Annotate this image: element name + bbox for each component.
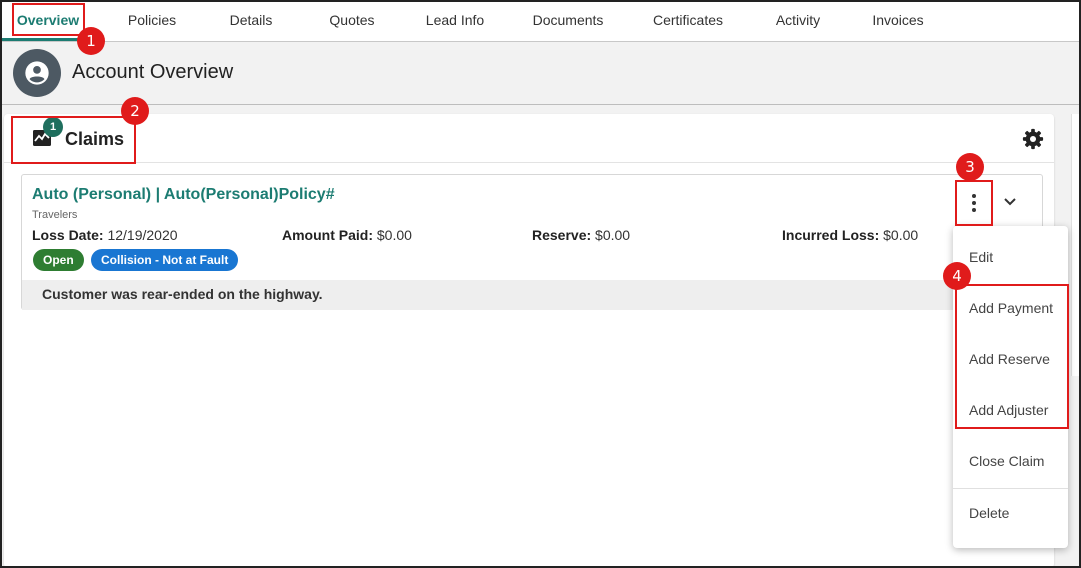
loss-date-value: 12/19/2020 (107, 227, 178, 243)
incurred-loss-label: Incurred Loss: (782, 227, 880, 243)
annotation-marker-4: 4 (943, 262, 971, 290)
annotation-marker-3: 3 (956, 153, 984, 181)
adjacent-panel-edge (1071, 114, 1081, 376)
menu-item-close-claim[interactable]: Close Claim (969, 453, 1044, 469)
claims-title: Claims (65, 129, 125, 149)
tab-overview[interactable]: Overview (10, 0, 86, 41)
tab-bar: Overview Policies Details Quotes Lead In… (0, 0, 1081, 42)
amount-paid-label: Amount Paid: (282, 227, 373, 243)
more-options-icon[interactable] (955, 180, 993, 226)
account-circle-icon (13, 49, 61, 97)
claims-count-badge: 1 (43, 117, 63, 137)
menu-item-edit[interactable]: Edit (969, 249, 993, 265)
menu-item-add-reserve[interactable]: Add Reserve (969, 351, 1050, 367)
status-badge: Open (33, 249, 84, 271)
chevron-down-icon[interactable] (1003, 194, 1017, 212)
menu-item-add-adjuster[interactable]: Add Adjuster (969, 402, 1048, 418)
amount-paid-value: $0.00 (376, 227, 412, 243)
page-header: Account Overview (2, 42, 1079, 105)
tab-details[interactable]: Details (216, 0, 286, 41)
claim-title-link[interactable]: Auto (Personal) | Auto(Personal)Policy# (32, 186, 335, 204)
gear-icon[interactable] (1022, 128, 1044, 155)
annotation-marker-2: 2 (121, 97, 149, 125)
tab-certificates[interactable]: Certificates (638, 0, 738, 41)
menu-item-delete[interactable]: Delete (969, 505, 1009, 521)
page-title: Account Overview (72, 61, 234, 83)
tab-activity[interactable]: Activity (762, 0, 834, 41)
annotation-marker-1: 1 (77, 27, 105, 55)
tab-documents[interactable]: Documents (520, 0, 616, 41)
tab-lead-info[interactable]: Lead Info (414, 0, 496, 41)
incurred-loss-field: Incurred Loss: $0.00 (782, 227, 918, 243)
menu-item-add-payment[interactable]: Add Payment (969, 300, 1053, 316)
reserve-field: Reserve: $0.00 (532, 227, 630, 243)
claim-carrier: Travelers (32, 209, 78, 221)
menu-divider (953, 488, 1068, 489)
claim-row: Auto (Personal) | Auto(Personal)Policy# … (21, 174, 1043, 310)
amount-paid-field: Amount Paid: $0.00 (282, 227, 412, 243)
claim-type-badge: Collision - Not at Fault (91, 249, 239, 271)
incurred-loss-value: $0.00 (883, 227, 919, 243)
tab-quotes[interactable]: Quotes (314, 0, 390, 41)
loss-date-label: Loss Date: (32, 227, 104, 243)
claim-description: Customer was rear-ended on the highway. (22, 280, 1042, 310)
loss-date-field: Loss Date: 12/19/2020 (32, 227, 178, 243)
tab-policies[interactable]: Policies (112, 0, 192, 41)
tab-invoices[interactable]: Invoices (860, 0, 936, 41)
claims-card-header: 1 Claims (4, 114, 1054, 163)
reserve-label: Reserve: (532, 227, 592, 243)
reserve-value: $0.00 (595, 227, 631, 243)
